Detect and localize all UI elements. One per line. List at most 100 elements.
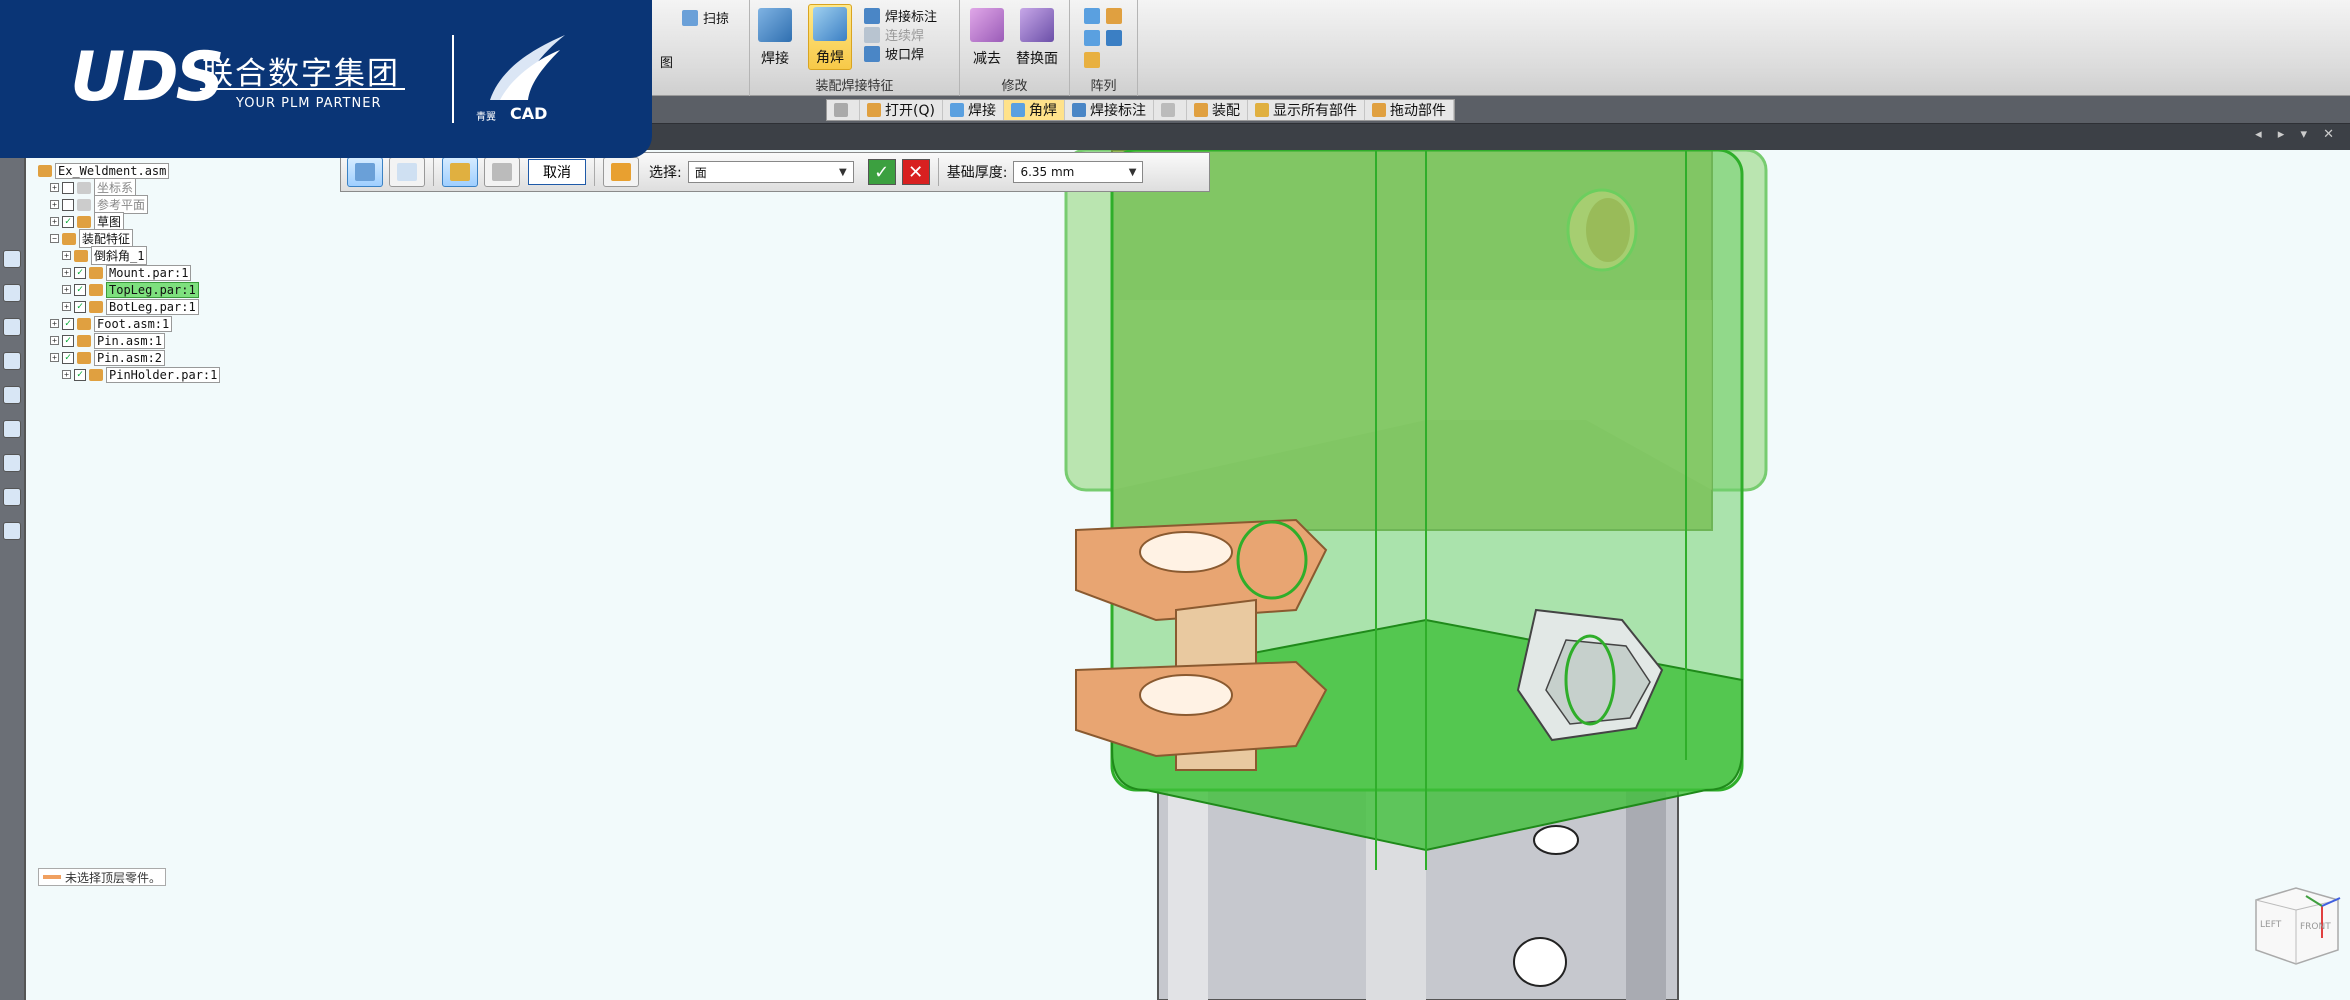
- quick-access-item[interactable]: 角焊: [1003, 100, 1065, 120]
- quick-access-icon: [1371, 103, 1386, 117]
- expand-icon[interactable]: +: [50, 183, 59, 192]
- tree-node[interactable]: − 装配特征: [50, 229, 220, 248]
- visibility-checkbox[interactable]: ✓: [74, 266, 86, 279]
- part-icon: [89, 368, 103, 381]
- pattern-icon-4[interactable]: [1106, 30, 1122, 46]
- continuous-weld-button[interactable]: 连续焊: [864, 25, 924, 44]
- weld-group-label: 装配焊接特征: [815, 79, 894, 94]
- preview-button[interactable]: [603, 157, 639, 187]
- tool-icon-2[interactable]: [3, 284, 21, 302]
- tree-node[interactable]: + 参考平面: [50, 195, 220, 214]
- expand-icon[interactable]: +: [50, 319, 59, 328]
- options-icon: [397, 163, 417, 181]
- reselect-button[interactable]: [484, 157, 520, 187]
- replace-face-button[interactable]: 替换面: [1016, 8, 1058, 68]
- expand-icon[interactable]: +: [50, 200, 59, 209]
- step-face-button[interactable]: [347, 157, 383, 187]
- tree-node[interactable]: + ✓ PinHolder.par:1: [62, 366, 221, 383]
- tool-icon-8[interactable]: [3, 488, 21, 506]
- quick-access-item[interactable]: [1154, 100, 1187, 120]
- expand-icon[interactable]: +: [62, 285, 71, 294]
- quick-access-item[interactable]: 装配: [1187, 100, 1248, 120]
- thickness-dropdown[interactable]: 6.35 mm ▼: [1013, 161, 1144, 183]
- visibility-checkbox[interactable]: ✓: [62, 215, 74, 228]
- visibility-checkbox[interactable]: ✓: [62, 351, 74, 364]
- select-dropdown[interactable]: 面 ▼: [687, 161, 854, 183]
- product-name: CAD: [510, 104, 548, 123]
- expand-icon[interactable]: +: [62, 302, 71, 311]
- part-icon: [77, 334, 91, 347]
- tool-icon-4[interactable]: [3, 352, 21, 370]
- partial-button[interactable]: 图: [660, 52, 673, 71]
- quick-access-item[interactable]: 焊接: [943, 100, 1004, 120]
- tool-icon-7[interactable]: [3, 454, 21, 472]
- tree-root[interactable]: Ex_Weldment.asm: [38, 162, 220, 179]
- tree-node[interactable]: + ✓ TopLeg.par:1: [62, 281, 220, 298]
- cad-application: 扫掠 图 焊接 角焊 焊接标注 连续焊 坡口焊 装配焊接特征 减去 替换面 修改…: [0, 0, 2350, 1000]
- tool-icon-6[interactable]: [3, 420, 21, 438]
- expand-icon[interactable]: +: [50, 217, 59, 226]
- subtract-button[interactable]: 减去: [970, 8, 1004, 68]
- pattern-icon-3[interactable]: [1084, 30, 1100, 46]
- reject-button[interactable]: ✕: [901, 159, 930, 185]
- sweep-icon: [682, 9, 698, 26]
- tree-node[interactable]: + 倒斜角_1: [62, 246, 220, 265]
- weld-mark-button[interactable]: 焊接标注: [864, 6, 937, 25]
- expand-icon[interactable]: +: [50, 336, 59, 345]
- part-icon: [89, 283, 103, 296]
- tree-node-label: Pin.asm:2: [94, 349, 166, 366]
- 3d-viewport[interactable]: LEFT FRONT Ex_Weldment.asm + 坐标系 + 参考平面 + ✓ 草图…: [24, 150, 2350, 1000]
- tree-node[interactable]: + ✓ Pin.asm:2: [50, 349, 220, 366]
- tree-node[interactable]: + ✓ BotLeg.par:1: [62, 298, 220, 315]
- status-indicator-icon: [43, 875, 61, 879]
- visibility-checkbox[interactable]: [62, 181, 74, 194]
- expand-icon[interactable]: +: [62, 370, 71, 379]
- logo-underline: [200, 88, 405, 90]
- tree-node[interactable]: + 坐标系: [50, 178, 220, 197]
- expand-icon[interactable]: +: [62, 251, 71, 260]
- model-tree: Ex_Weldment.asm + 坐标系 + 参考平面 + ✓ 草图 − 装配特征 + 倒斜角_1…: [38, 162, 221, 383]
- visibility-checkbox[interactable]: ✓: [74, 283, 86, 296]
- quick-access-item[interactable]: 焊接标注: [1065, 100, 1154, 120]
- thickness-label: 基础厚度:: [946, 165, 1008, 181]
- options-button[interactable]: [389, 157, 425, 187]
- expand-icon[interactable]: +: [50, 353, 59, 362]
- reselect-icon: [492, 163, 512, 181]
- tool-icon-9[interactable]: [3, 522, 21, 540]
- tree-root-label: Ex_Weldment.asm: [55, 162, 170, 179]
- pattern-icon-1[interactable]: [1084, 8, 1100, 24]
- window-controls[interactable]: ◂ ▸ ▾ ✕: [2255, 127, 2340, 142]
- assembly-model[interactable]: [26, 150, 2350, 1000]
- tree-node[interactable]: + ✓ Foot.asm:1: [50, 315, 220, 332]
- groove-weld-button[interactable]: 坡口焊: [864, 44, 924, 63]
- visibility-checkbox[interactable]: ✓: [74, 300, 86, 313]
- pattern-icon-5[interactable]: [1084, 52, 1100, 68]
- fillet-weld-button[interactable]: 角焊: [808, 4, 852, 70]
- visibility-checkbox[interactable]: ✓: [74, 368, 86, 381]
- pattern-icon-2[interactable]: [1106, 8, 1122, 24]
- visibility-checkbox[interactable]: ✓: [62, 334, 74, 347]
- collapse-icon[interactable]: −: [50, 234, 59, 243]
- select-step-button[interactable]: [442, 157, 478, 187]
- tool-icon-3[interactable]: [3, 318, 21, 336]
- expand-icon[interactable]: +: [62, 268, 71, 277]
- quick-access-item[interactable]: [827, 100, 860, 120]
- accept-button[interactable]: ✓: [867, 159, 896, 185]
- tool-icon-1[interactable]: [3, 250, 21, 268]
- weld-button[interactable]: 焊接: [758, 8, 792, 68]
- quick-access-item[interactable]: 显示所有部件: [1248, 100, 1365, 120]
- quick-access-icon: [1254, 103, 1269, 117]
- visibility-checkbox[interactable]: [62, 198, 74, 211]
- tree-node[interactable]: + ✓ Mount.par:1: [62, 264, 220, 281]
- quick-access-item[interactable]: 拖动部件: [1365, 100, 1454, 120]
- visibility-checkbox[interactable]: ✓: [62, 317, 74, 330]
- tree-node-label: Foot.asm:1: [94, 315, 173, 332]
- tree-node[interactable]: + ✓ Pin.asm:1: [50, 332, 220, 349]
- quick-access-item[interactable]: 打开(Q): [860, 100, 943, 120]
- tree-nodes: + 坐标系 + 参考平面 + ✓ 草图 − 装配特征 + 倒斜角_1 + ✓ Mount.par:1 + ✓ T…: [38, 178, 221, 383]
- cancel-button[interactable]: 取消: [528, 159, 586, 185]
- tool-icon-5[interactable]: [3, 386, 21, 404]
- sweep-button[interactable]: 扫掠: [682, 8, 729, 27]
- pattern-group-label: 阵列: [1090, 79, 1117, 94]
- tree-node[interactable]: + ✓ 草图: [50, 212, 220, 231]
